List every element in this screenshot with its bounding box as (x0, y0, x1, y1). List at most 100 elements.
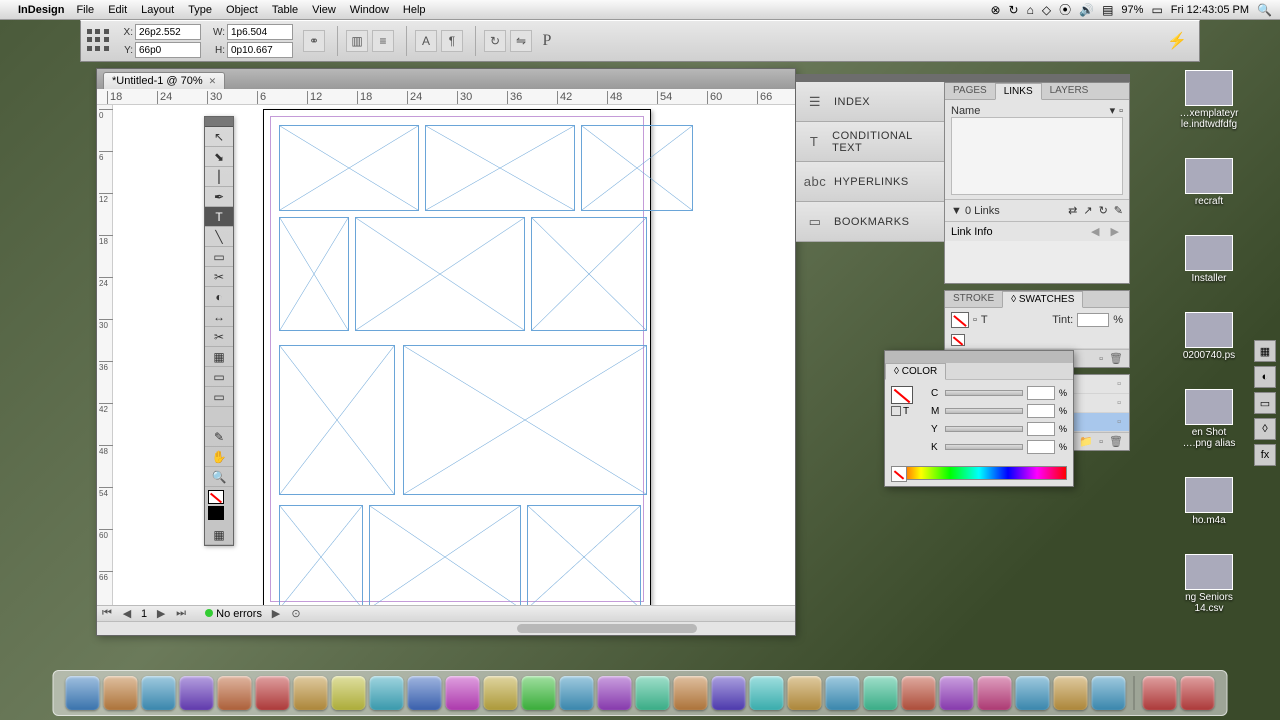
links-page-icon[interactable]: ▫ (1119, 105, 1123, 117)
links-column-icon[interactable]: ▾ (1110, 104, 1116, 117)
graphic-frame[interactable] (527, 505, 641, 605)
menu-table[interactable]: Table (272, 4, 298, 16)
graphic-frame[interactable] (279, 125, 419, 211)
tool-10[interactable]: ✂ (205, 327, 233, 347)
side-icon[interactable]: ◊ (1254, 418, 1276, 440)
dock-app-5[interactable] (256, 676, 290, 710)
tool-5[interactable]: ╲ (205, 227, 233, 247)
color-slider-M[interactable] (945, 408, 1023, 414)
menu-help[interactable]: Help (403, 4, 426, 16)
last-page-button[interactable]: ⏭ (175, 607, 187, 620)
dock-app-22[interactable] (902, 676, 936, 710)
preflight-status[interactable]: No errors (216, 608, 262, 620)
spectrum-none-swatch[interactable] (891, 466, 907, 482)
relink-icon[interactable]: ⇄ (1068, 204, 1077, 217)
tint-field[interactable] (1077, 313, 1109, 327)
tab-pages[interactable]: PAGES (945, 83, 995, 99)
tools-panel[interactable]: ↖⬊⎮✒T╲▭✂◐↔✂▦▭▭✎✋🔍 ▦ (204, 116, 234, 546)
new-swatch-icon[interactable]: ▫ (1099, 353, 1103, 365)
color-fill-swatch[interactable] (891, 386, 913, 404)
color-value-Y[interactable] (1027, 422, 1055, 436)
tool-8[interactable]: ◐ (205, 287, 233, 307)
dock-app-4[interactable] (218, 676, 252, 710)
next-page-button[interactable]: ▶ (155, 607, 167, 620)
flip-icon[interactable]: ⇋ (510, 30, 532, 52)
h-field[interactable] (227, 42, 293, 58)
style-group-icon[interactable]: 📁 (1079, 435, 1093, 448)
tool-4[interactable]: T (205, 207, 233, 227)
close-tab-icon[interactable]: ✕ (209, 76, 217, 87)
new-style-icon[interactable]: ▫ (1099, 436, 1103, 448)
desktop-file[interactable]: …xemplateyrle.indtwdfdfg (1144, 70, 1274, 130)
tool-17[interactable]: 🔍 (205, 467, 233, 487)
dropbox-icon[interactable]: ◇ (1042, 3, 1051, 17)
mac-dock[interactable] (53, 670, 1228, 716)
graphic-frame[interactable] (355, 217, 525, 331)
tool-3[interactable]: ✒ (205, 187, 233, 207)
color-tab[interactable]: ◊ COLOR (885, 363, 946, 380)
tool-6[interactable]: ▭ (205, 247, 233, 267)
fill-swatch[interactable] (208, 490, 224, 504)
view-mode-button[interactable]: ▦ (205, 525, 233, 545)
graphic-frame[interactable] (279, 217, 349, 331)
stroke-swatch[interactable] (208, 506, 224, 520)
graphic-frame[interactable] (279, 345, 395, 495)
dock-app-27[interactable] (1092, 676, 1126, 710)
panel-strip-hyperlinks[interactable]: abcHYPERLINKS (796, 162, 944, 202)
swatch-item[interactable] (945, 332, 1129, 349)
color-value-C[interactable] (1027, 386, 1055, 400)
sync-icon[interactable]: ↻ (1009, 3, 1019, 17)
preflight-menu-button[interactable]: ▶ (270, 607, 282, 620)
link-info-nav[interactable]: ◀ ▶ (1091, 225, 1123, 238)
color-panel[interactable]: ◊ COLOR T C%M%Y%K% (884, 350, 1074, 487)
dock-app-18[interactable] (750, 676, 784, 710)
vertical-ruler[interactable]: 0612182430364248546066 (97, 105, 113, 605)
menu-layout[interactable]: Layout (141, 4, 174, 16)
tool-14[interactable] (205, 407, 233, 427)
tab-links[interactable]: LINKS (995, 83, 1042, 100)
horizontal-scrollbar[interactable] (97, 621, 795, 635)
color-text-icon[interactable]: T (903, 406, 909, 417)
color-slider-K[interactable] (945, 444, 1023, 450)
menu-view[interactable]: View (312, 4, 336, 16)
desktop-file[interactable]: ng Seniors14.csv (1144, 554, 1274, 614)
panel-strip-bookmarks[interactable]: ▭BOOKMARKS (796, 202, 944, 242)
graphic-frame[interactable] (425, 125, 575, 211)
rotate-icon[interactable]: ↻ (484, 30, 506, 52)
desktop-file[interactable]: recraft (1144, 158, 1274, 207)
home-icon[interactable]: ⌂ (1027, 3, 1034, 17)
char-style-icon[interactable]: A (415, 30, 437, 52)
para-style-icon[interactable]: ¶ (441, 30, 463, 52)
dock-app-1[interactable] (104, 676, 138, 710)
tool-1[interactable]: ⬊ (205, 147, 233, 167)
dock-app-21[interactable] (864, 676, 898, 710)
constrain-icon[interactable]: ⚭ (303, 30, 325, 52)
tab-swatches-0[interactable]: STROKE (945, 291, 1002, 307)
dock-collapse-bar[interactable] (944, 74, 1130, 82)
volume-icon[interactable]: 🔊 (1079, 3, 1094, 17)
dock-app-25[interactable] (1016, 676, 1050, 710)
tool-9[interactable]: ↔ (205, 307, 233, 327)
wifi-icon[interactable]: ⦿ (1059, 1, 1071, 18)
tool-11[interactable]: ▦ (205, 347, 233, 367)
dock-app-3[interactable] (180, 676, 214, 710)
dock-app-20[interactable] (826, 676, 860, 710)
menu-window[interactable]: Window (350, 4, 389, 16)
dock-app-10[interactable] (446, 676, 480, 710)
page-number[interactable]: 1 (141, 608, 147, 620)
graphic-frame[interactable] (581, 125, 693, 211)
edit-original-icon[interactable]: ✎ (1114, 204, 1123, 217)
dock-app-7[interactable] (332, 676, 366, 710)
links-list[interactable] (951, 117, 1123, 195)
x-field[interactable] (135, 24, 201, 40)
first-page-button[interactable]: ⏮ (101, 607, 113, 620)
dock-app-8[interactable] (370, 676, 404, 710)
swatch-text-icon[interactable]: T (981, 314, 988, 326)
tool-13[interactable]: ▭ (205, 387, 233, 407)
swatch-fill-icon[interactable] (951, 312, 969, 328)
tool-0[interactable]: ↖ (205, 127, 233, 147)
graphic-frame[interactable] (279, 505, 363, 605)
dock-app-13[interactable] (560, 676, 594, 710)
spotlight-icon[interactable]: 🔍 (1257, 3, 1272, 17)
panel-strip-conditional-text[interactable]: TCONDITIONAL TEXT (796, 122, 944, 162)
